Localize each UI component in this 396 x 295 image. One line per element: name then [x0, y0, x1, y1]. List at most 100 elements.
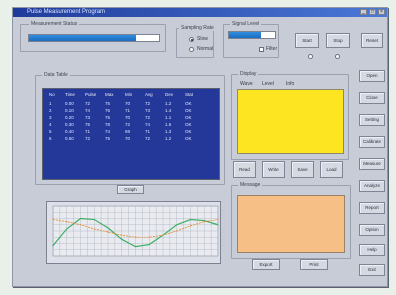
chart-point — [121, 238, 123, 240]
table-cell: 4 — [49, 122, 52, 127]
table-cell: 74 — [105, 129, 111, 134]
table-header-cell: No — [49, 92, 55, 97]
table-cell: OK — [185, 129, 192, 134]
sampling-rate-label: Sampling Rate — [179, 25, 216, 31]
reset-button[interactable]: Reset — [361, 33, 383, 48]
side-button-help[interactable]: Help — [359, 244, 385, 256]
side-button-option[interactable]: Option — [359, 224, 385, 236]
table-cell: 75 — [105, 136, 111, 141]
chart-point — [93, 228, 95, 230]
table-cell: 0.00 — [65, 101, 74, 106]
maximize-button[interactable]: □ — [369, 9, 376, 15]
table-header-cell: Dev — [165, 92, 174, 97]
stop-button[interactable]: Stop — [326, 33, 350, 48]
table-cell: 72 — [125, 122, 131, 127]
side-button-measure[interactable]: Measure — [359, 158, 385, 170]
table-cell: 5 — [49, 129, 52, 134]
chart-point — [66, 228, 68, 230]
table-cell: 75 — [105, 101, 111, 106]
table-cell: 71 — [125, 108, 131, 113]
main-progress-fill — [29, 35, 136, 41]
table-cell: 73 — [145, 108, 151, 113]
start-button[interactable]: Start — [295, 33, 319, 48]
window-title: Pulse Measurement Program — [27, 9, 106, 15]
save-button[interactable]: Save — [291, 161, 314, 178]
display-tab-info[interactable]: Info — [286, 81, 294, 87]
chart-point — [79, 217, 82, 220]
sampling-slow-label: Slow — [197, 36, 208, 42]
table-cell: OK — [185, 108, 192, 113]
side-button-calibrate[interactable]: Calibrate — [359, 136, 385, 148]
option-a-radio[interactable] — [308, 54, 313, 59]
chart-svg — [52, 205, 219, 257]
level-progress-bar — [228, 31, 276, 39]
display-tab-wave[interactable]: Wave — [240, 81, 253, 87]
table-cell: 72 — [85, 136, 91, 141]
table-cell: 71 — [145, 129, 151, 134]
export-button[interactable]: Export — [252, 259, 280, 270]
data-table[interactable]: No Time Pulse Max Min Avg Dev Stat 1 0.00 72 75 70 72… — [42, 88, 220, 180]
table-cell: 1 — [49, 101, 52, 106]
table-cell: OK — [185, 115, 192, 120]
table-cell: 2 — [49, 108, 52, 113]
table-cell: 1.1 — [165, 115, 172, 120]
table-cell: 70 — [125, 101, 131, 106]
side-button-setting[interactable]: Setting — [359, 114, 385, 126]
load-button[interactable]: Load — [320, 161, 343, 178]
orange-message-panel — [237, 195, 345, 253]
display-group-label: Display — [238, 71, 259, 77]
side-button-open[interactable]: Open — [359, 70, 385, 82]
line-chart — [46, 201, 221, 264]
print-button[interactable]: Print — [300, 259, 328, 270]
table-cell: OK — [185, 136, 192, 141]
yellow-display-panel — [237, 89, 344, 154]
table-header-cell: Time — [65, 92, 75, 97]
table-cell: OK — [185, 101, 192, 106]
signal-level-group: Signal Level Filter — [223, 21, 279, 58]
measurement-status-label: Measurement Status — [29, 21, 80, 27]
table-header-cell: Avg — [145, 92, 153, 97]
filter-checkbox-label: Filter — [266, 46, 278, 52]
sampling-slow-radio[interactable] — [189, 37, 194, 42]
signal-level-label: Signal Level — [230, 21, 262, 27]
table-cell: OK — [185, 122, 192, 127]
table-cell: 1.2 — [165, 101, 172, 106]
side-button-report[interactable]: Report — [359, 202, 385, 214]
table-header-cell: Min — [125, 92, 133, 97]
table-cell: 0.10 — [65, 108, 74, 113]
table-cell: 72 — [145, 101, 151, 106]
graph-button[interactable]: Graph — [117, 185, 144, 194]
side-button-close[interactable]: Close — [359, 92, 385, 104]
chart-point — [93, 218, 95, 221]
close-button[interactable]: × — [378, 9, 385, 15]
table-cell: 75 — [85, 122, 91, 127]
table-cell: 0.50 — [65, 136, 74, 141]
chart-point — [203, 221, 205, 223]
chart-point — [52, 244, 54, 247]
table-cell: 1.2 — [165, 136, 172, 141]
chart-point — [162, 234, 164, 236]
minimize-button[interactable]: _ — [360, 9, 367, 15]
side-button-analyze[interactable]: Analyze — [359, 180, 385, 192]
table-cell: 78 — [105, 122, 111, 127]
table-cell: 75 — [105, 115, 111, 120]
measurement-status-group: Measurement Status — [20, 21, 166, 52]
write-button[interactable]: Write — [262, 161, 285, 178]
chart-point — [189, 225, 192, 227]
table-cell: 74 — [145, 122, 151, 127]
option-b-radio[interactable] — [335, 54, 340, 59]
sampling-rate-group: Sampling Rate Slow Normal — [176, 25, 216, 58]
main-progress-bar — [28, 34, 160, 42]
read-button[interactable]: Read — [233, 161, 256, 178]
filter-checkbox[interactable] — [259, 47, 264, 52]
table-cell: 1.4 — [165, 108, 172, 113]
chart-point — [203, 219, 205, 222]
table-cell: 72 — [145, 136, 151, 141]
chart-point — [121, 234, 123, 236]
side-button-exit[interactable]: Exit — [359, 264, 385, 276]
application-window: Pulse Measurement Program _ □ × Measurem… — [12, 7, 388, 287]
sampling-normal-radio[interactable] — [189, 47, 194, 52]
table-cell: 72 — [145, 115, 151, 120]
chart-point — [217, 224, 219, 226]
display-tab-level[interactable]: Level — [262, 81, 274, 87]
